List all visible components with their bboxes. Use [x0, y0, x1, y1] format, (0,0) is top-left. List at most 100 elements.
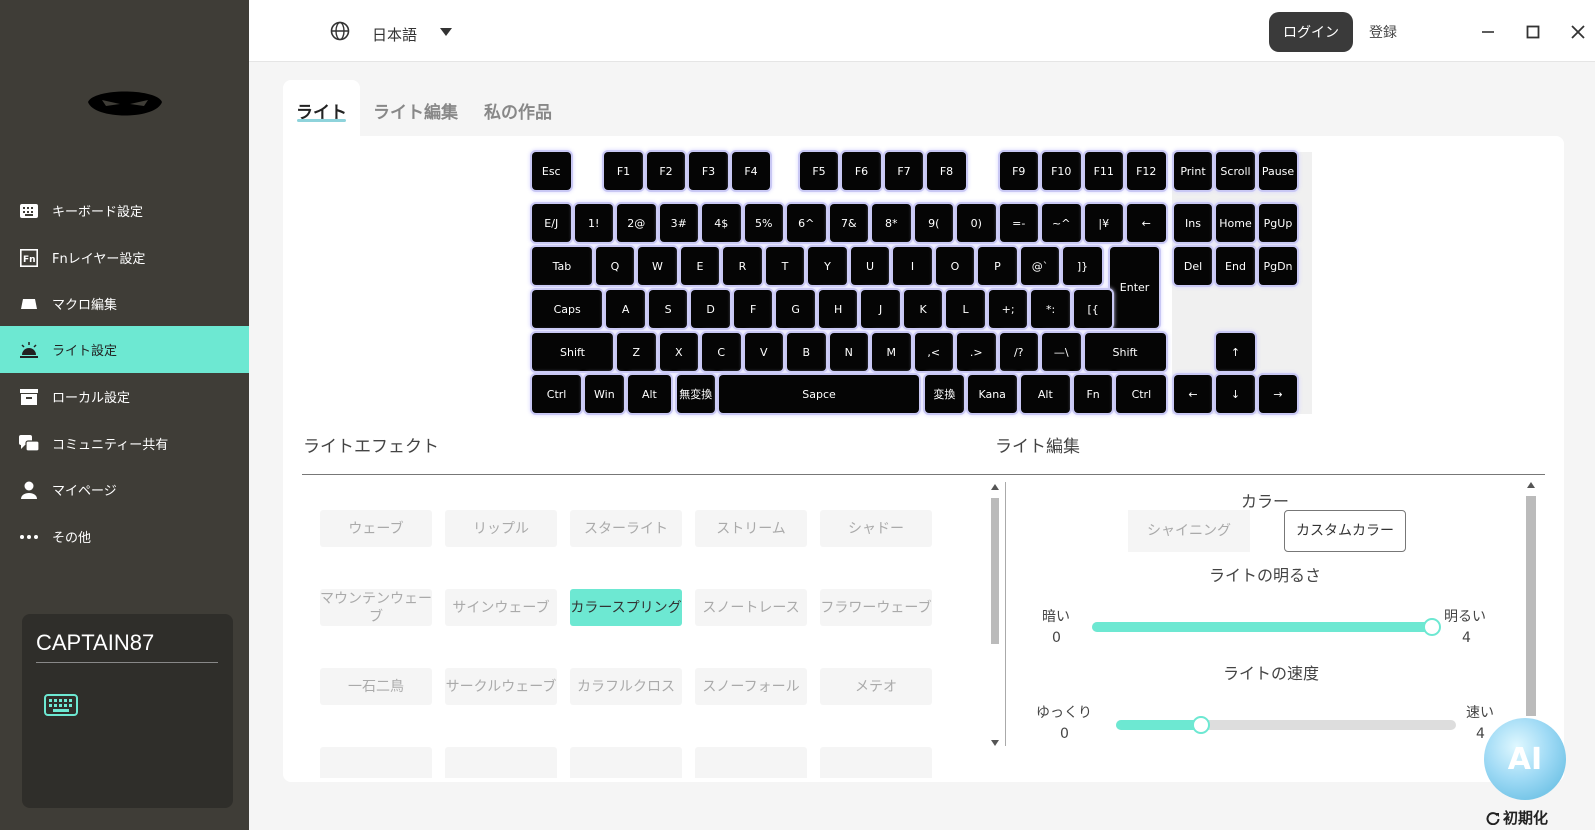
key[interactable]: 6^ — [787, 204, 826, 242]
key[interactable]: Shift — [1084, 333, 1166, 371]
key[interactable]: *: — [1031, 290, 1070, 328]
effect-button[interactable]: 一石二鳥 — [320, 668, 432, 705]
key[interactable]: F10 — [1042, 152, 1081, 190]
language-select[interactable]: 日本語 — [372, 24, 417, 45]
key[interactable]: F7 — [884, 152, 924, 190]
brightness-thumb[interactable] — [1423, 618, 1441, 636]
key[interactable]: F3 — [689, 152, 728, 190]
key[interactable]: @` — [1020, 247, 1060, 285]
effect-button[interactable]: カラフルクロス — [570, 668, 682, 705]
key[interactable]: 無変換 — [676, 375, 715, 413]
effect-button[interactable]: スターライト — [570, 510, 682, 547]
sidebar-item-local[interactable]: ローカル設定 — [0, 373, 249, 420]
key[interactable]: ~^ — [1042, 204, 1081, 242]
sidebar-item-fn-layer[interactable]: Fn Fnレイヤー設定 — [0, 234, 249, 281]
key[interactable]: 4$ — [702, 204, 741, 242]
key[interactable]: ↑ — [1216, 333, 1255, 371]
key[interactable]: ← — [1127, 204, 1166, 242]
key[interactable]: Ctrl — [1116, 375, 1167, 413]
key[interactable]: M — [872, 333, 911, 371]
key[interactable]: 3# — [659, 204, 698, 242]
key[interactable]: —\ — [1042, 333, 1081, 371]
key[interactable]: Enter — [1110, 247, 1160, 328]
color-option-shining[interactable]: シャイニング — [1128, 510, 1250, 552]
effect-button-partial[interactable] — [695, 747, 807, 778]
key[interactable]: S — [648, 290, 688, 328]
key[interactable]: F12 — [1127, 152, 1166, 190]
register-button[interactable]: 登録 — [1369, 22, 1397, 42]
key[interactable]: F11 — [1084, 152, 1123, 190]
key[interactable]: F8 — [927, 152, 966, 190]
ai-assistant-badge[interactable]: AI — [1484, 718, 1566, 800]
key[interactable]: /? — [999, 333, 1038, 371]
key[interactable]: Tab — [532, 247, 592, 285]
key[interactable]: U — [850, 247, 890, 285]
key[interactable]: Shift — [532, 333, 613, 371]
key[interactable]: → — [1258, 375, 1298, 413]
key[interactable]: N — [829, 333, 868, 371]
key[interactable]: F9 — [999, 152, 1038, 190]
key[interactable]: .> — [957, 333, 996, 371]
key[interactable]: A — [606, 290, 645, 328]
key[interactable]: Y — [808, 247, 847, 285]
reset-button[interactable]: 初期化 — [1486, 807, 1548, 828]
key[interactable]: F6 — [842, 152, 881, 190]
effect-button-partial[interactable] — [445, 747, 557, 778]
tab-my-works[interactable]: 私の作品 — [471, 80, 565, 136]
key[interactable]: W — [638, 247, 677, 285]
edit-scrollbar[interactable] — [1523, 482, 1537, 722]
sidebar-item-light[interactable]: ライト設定 — [0, 326, 249, 373]
sidebar-item-keyboard[interactable]: キーボード設定 — [0, 187, 249, 234]
close-icon[interactable] — [1566, 20, 1590, 44]
key[interactable]: E — [680, 247, 720, 285]
effect-button[interactable]: サインウェーブ — [445, 589, 557, 626]
key[interactable]: J — [861, 290, 900, 328]
scrollbar-thumb[interactable] — [1526, 496, 1536, 716]
minimize-icon[interactable] — [1476, 20, 1500, 44]
key[interactable]: Del — [1173, 247, 1213, 285]
sidebar-item-more[interactable]: その他 — [0, 513, 249, 560]
key[interactable]: F — [733, 290, 773, 328]
key[interactable]: Scroll — [1216, 152, 1255, 190]
effect-button[interactable]: スノートレース — [695, 589, 807, 626]
tab-light-edit[interactable]: ライト編集 — [360, 80, 471, 136]
key[interactable]: ]} — [1063, 247, 1102, 285]
key[interactable]: Alt — [627, 375, 672, 413]
sidebar-item-mypage[interactable]: マイページ — [0, 466, 249, 513]
key[interactable]: Kana — [967, 375, 1017, 413]
effect-button-partial[interactable] — [320, 747, 432, 778]
key[interactable]: Fn — [1073, 375, 1113, 413]
key[interactable]: T — [765, 247, 805, 285]
key[interactable]: Q — [595, 247, 635, 285]
login-button[interactable]: ログイン — [1269, 12, 1353, 52]
brightness-slider[interactable] — [1092, 618, 1441, 636]
key[interactable]: 変換 — [925, 375, 964, 413]
effect-button-partial[interactable] — [570, 747, 682, 778]
key[interactable]: F1 — [604, 152, 643, 190]
globe-icon[interactable] — [330, 21, 350, 41]
key[interactable]: =- — [999, 204, 1038, 242]
effect-button[interactable]: ストリーム — [695, 510, 807, 547]
effect-button[interactable]: シャドー — [820, 510, 932, 547]
effect-button[interactable]: マウンテンウェーブ — [320, 589, 432, 626]
key[interactable]: 1! — [574, 204, 613, 242]
key[interactable]: X — [659, 333, 698, 371]
key[interactable]: 5% — [744, 204, 783, 242]
key[interactable]: Win — [585, 375, 624, 413]
effect-button[interactable]: リップル — [445, 510, 557, 547]
scrollbar-thumb[interactable] — [991, 498, 999, 644]
key[interactable]: Sapce — [719, 375, 919, 413]
effect-button[interactable]: フラワーウェーブ — [820, 589, 932, 626]
key[interactable]: F5 — [799, 152, 839, 190]
key[interactable]: ,< — [914, 333, 953, 371]
key[interactable]: V — [744, 333, 783, 371]
effect-button[interactable]: ウェーブ — [320, 510, 432, 547]
key[interactable]: Home — [1216, 204, 1255, 242]
key[interactable]: Pause — [1258, 152, 1298, 190]
key[interactable]: End — [1216, 247, 1255, 285]
key[interactable]: Caps — [532, 290, 603, 328]
key[interactable]: Esc — [532, 152, 571, 190]
key[interactable]: F2 — [646, 152, 686, 190]
sidebar-item-community[interactable]: コミュニティー共有 — [0, 420, 249, 467]
key[interactable]: P — [978, 247, 1017, 285]
